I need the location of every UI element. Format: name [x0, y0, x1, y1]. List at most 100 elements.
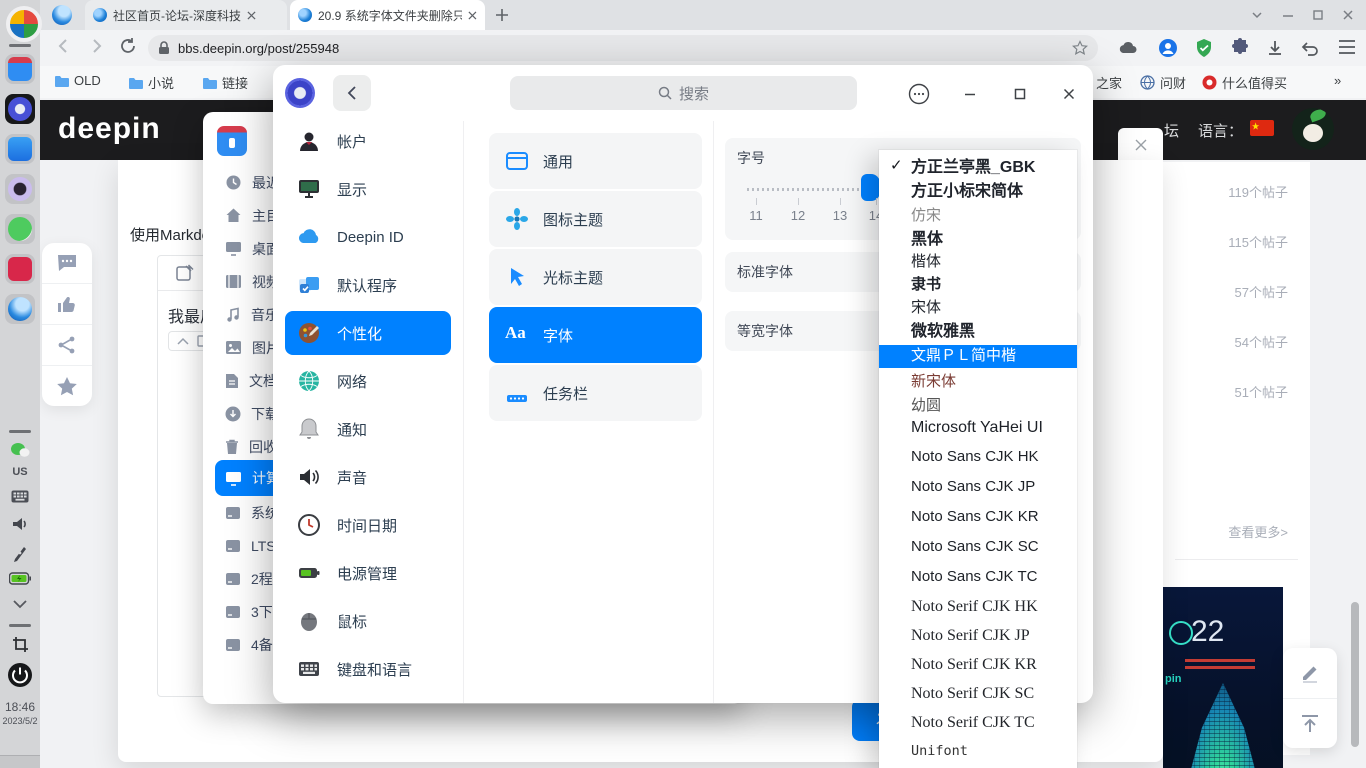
dialog-close-button[interactable]	[1118, 128, 1163, 162]
show-desktop-button[interactable]	[0, 755, 40, 768]
cloud-extension-icon[interactable]	[1118, 39, 1138, 57]
sidebar-item-notification[interactable]: 通知	[273, 407, 463, 451]
download-icon[interactable]	[1266, 39, 1284, 57]
battery-tray-icon[interactable]	[0, 572, 40, 585]
puzzle-extension-icon[interactable]	[1230, 38, 1250, 58]
font-option[interactable]: 微软雅黑	[911, 320, 975, 343]
pen-tray-icon[interactable]	[0, 544, 40, 562]
font-option[interactable]: 仿宋	[911, 205, 941, 228]
sidebar-item-default-apps[interactable]: 默认程序	[273, 263, 463, 307]
wechat-dock-icon[interactable]	[5, 214, 35, 244]
sidebar-item-deepin-id[interactable]: Deepin ID	[273, 215, 463, 259]
like-button[interactable]	[42, 283, 92, 324]
notes-dock-icon[interactable]	[5, 134, 35, 164]
tab-current-post[interactable]: 20.9 系统字体文件夹删除只	[290, 0, 485, 30]
cc-back-button[interactable]	[333, 75, 371, 111]
tab-close-icon[interactable]	[468, 11, 477, 20]
control-center-dock-icon[interactable]	[5, 94, 35, 124]
tray-collapse-icon[interactable]	[0, 600, 40, 609]
comment-button[interactable]	[42, 243, 92, 283]
page-scrollbar[interactable]	[1351, 602, 1359, 747]
bookmark-item[interactable]: 问财	[1140, 73, 1186, 92]
cc-search-input[interactable]: 搜索	[510, 76, 857, 110]
bookmark-folder[interactable]: OLD	[54, 73, 101, 88]
font-option[interactable]: Unifont	[911, 740, 968, 763]
font-option[interactable]: Noto Sans CJK KR	[911, 505, 1039, 528]
font-option[interactable]: 新宋体	[911, 371, 956, 394]
font-option[interactable]: Noto Sans CJK JP	[911, 475, 1035, 498]
browser-tray-icon[interactable]	[1250, 8, 1264, 22]
bookmarks-overflow[interactable]: »	[1334, 73, 1341, 88]
browser-close-icon[interactable]	[1341, 8, 1355, 22]
address-bar[interactable]: bbs.deepin.org/post/255948	[148, 35, 1098, 61]
volume-tray-icon[interactable]	[0, 516, 40, 532]
language-label[interactable]: 语言：	[1198, 120, 1243, 141]
favorite-button[interactable]	[42, 365, 92, 406]
font-option[interactable]: 隶书	[911, 274, 941, 297]
user-avatar[interactable]	[1292, 108, 1334, 150]
sidebar-item-power[interactable]: 电源管理	[273, 551, 463, 595]
cc-maximize-button[interactable]	[1008, 82, 1032, 106]
browser-minimize-icon[interactable]	[1281, 8, 1295, 22]
keyboard-tray-icon[interactable]	[0, 490, 40, 503]
edit-icon[interactable]	[176, 264, 194, 282]
font-option-highlighted[interactable]: 文鼎ＰＬ简中楷	[879, 345, 1077, 368]
perso-item-cursor-theme[interactable]: 光标主题	[489, 249, 702, 305]
font-option[interactable]: Noto Serif CJK HK	[911, 595, 1038, 618]
perso-item-general[interactable]: 通用	[489, 133, 702, 189]
sidebar-item-keyboard[interactable]: 键盘和语言	[273, 647, 463, 691]
cc-minimize-button[interactable]	[958, 82, 982, 106]
font-option[interactable]: 宋体	[911, 297, 941, 320]
slider-handle[interactable]	[861, 174, 880, 201]
reload-icon[interactable]	[118, 36, 138, 56]
font-option[interactable]: 幼圆	[911, 394, 941, 417]
account-extension-icon[interactable]	[1158, 38, 1178, 58]
bookmark-item[interactable]: 什么值得买	[1202, 73, 1287, 92]
font-option[interactable]: Noto Sans CJK TC	[911, 565, 1037, 588]
screenshot-tray-icon[interactable]	[0, 636, 40, 653]
promo-banner[interactable]: 22 pin	[1163, 587, 1283, 768]
font-option[interactable]: Noto Sans CJK SC	[911, 535, 1039, 558]
font-option[interactable]: 方正兰亭黑_GBK	[911, 156, 1035, 179]
deepin-logo[interactable]: deepin	[58, 112, 161, 146]
sidebar-item-network[interactable]: 网络	[273, 359, 463, 403]
font-option[interactable]: 黑体	[911, 228, 943, 251]
back-icon[interactable]	[54, 36, 74, 56]
perso-item-fonts[interactable]: Aa 字体	[489, 307, 702, 363]
sidebar-item-sound[interactable]: 声音	[273, 455, 463, 499]
perso-item-taskbar[interactable]: 任务栏	[489, 365, 702, 421]
font-option[interactable]: Noto Serif CJK KR	[911, 653, 1037, 676]
menu-icon[interactable]	[1338, 40, 1356, 54]
browser-dock-icon[interactable]	[5, 294, 35, 324]
cc-close-button[interactable]	[1057, 82, 1081, 106]
bookmark-star-icon[interactable]	[1072, 40, 1088, 56]
sidebar-item-display[interactable]: 显示	[273, 167, 463, 211]
undo-icon[interactable]	[1300, 39, 1320, 57]
bookmark-folder[interactable]: 链接	[202, 73, 248, 92]
sidebar-item-mouse[interactable]: 鼠标	[273, 599, 463, 643]
tab-forum-home[interactable]: 社区首页-论坛-深度科技	[85, 0, 287, 30]
terminal-dock-icon[interactable]	[5, 254, 35, 284]
sidebar-item-accounts[interactable]: 帐户	[273, 119, 463, 163]
font-option[interactable]: Noto Serif CJK TC	[911, 711, 1035, 734]
nav-forum-fragment[interactable]: 坛	[1164, 120, 1179, 141]
cc-more-button[interactable]	[907, 82, 931, 106]
cn-flag-icon[interactable]	[1250, 120, 1274, 136]
view-more-link[interactable]: 查看更多>	[1228, 522, 1288, 541]
launcher-icon[interactable]	[6, 6, 42, 42]
new-post-button[interactable]	[1283, 648, 1337, 698]
bookmark-folder[interactable]: 小说	[128, 73, 174, 92]
new-tab-icon[interactable]	[495, 8, 509, 22]
sidebar-item-datetime[interactable]: 时间日期	[273, 503, 463, 547]
forward-icon[interactable]	[86, 36, 106, 56]
file-manager-dock-icon[interactable]	[5, 54, 35, 84]
font-option[interactable]: 方正小标宋简体	[911, 180, 1023, 203]
wechat-tray-icon[interactable]	[0, 442, 40, 458]
browser-maximize-icon[interactable]	[1311, 8, 1325, 22]
share-button[interactable]	[42, 324, 92, 365]
keyboard-layout-indicator[interactable]: US	[0, 466, 40, 478]
font-option[interactable]: 楷体	[911, 251, 941, 274]
browser-logo-icon[interactable]	[52, 5, 72, 25]
font-option[interactable]: Noto Sans CJK HK	[911, 445, 1039, 468]
back-to-top-button[interactable]	[1283, 698, 1337, 749]
